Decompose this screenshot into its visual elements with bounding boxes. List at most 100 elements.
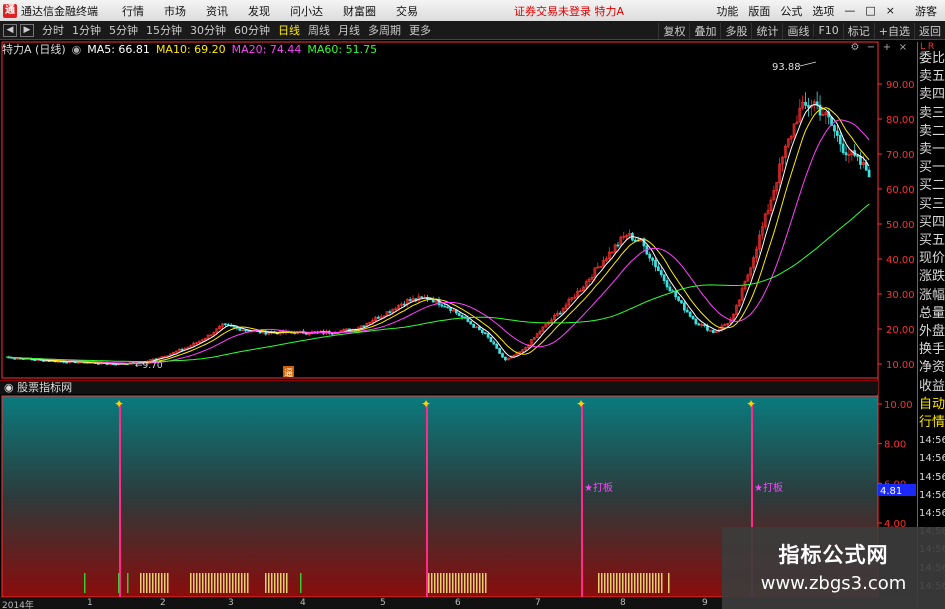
time-tick: 5	[380, 598, 386, 608]
quote-item: 外盘	[919, 324, 945, 339]
candle-body	[844, 152, 848, 156]
candle-body	[362, 325, 366, 328]
signal-bar	[467, 573, 469, 593]
candle-body	[402, 303, 406, 306]
candle-body	[388, 311, 392, 313]
signal-bar	[283, 573, 285, 593]
candle-body	[443, 305, 447, 308]
return-button[interactable]: 返回	[914, 22, 945, 39]
sub-axis-label: 8.00	[884, 440, 906, 451]
quote-item: 买五	[919, 233, 945, 248]
signal-bar	[158, 573, 160, 593]
signal-bar	[668, 573, 670, 593]
signal-bar	[640, 573, 642, 593]
signal-bar	[226, 573, 228, 593]
candle-body	[457, 312, 461, 316]
candle-body	[480, 329, 484, 333]
settings-icon[interactable]: ⚙	[848, 42, 862, 54]
signal-label: ★打板	[584, 481, 613, 494]
chart-header-icons: ⚙ − + ×	[846, 42, 910, 54]
price-label: 50.00	[886, 220, 915, 231]
signal-bar	[613, 573, 615, 593]
signal-bar	[143, 573, 145, 593]
kline-chart[interactable]: 90.00 80.00 70.00 60.00 50.00 40.00 30.00 20.00…	[0, 0, 917, 609]
ma20-label: MA20: 74.44	[231, 42, 302, 56]
candle-body	[867, 169, 871, 178]
sub-indicator-icon[interactable]: ◉	[4, 381, 17, 394]
signal-bar	[247, 573, 249, 593]
signal-bar	[485, 573, 487, 593]
quote-item: 14:56	[919, 453, 945, 465]
quote-item: 现价	[919, 251, 945, 267]
time-tick: 7	[535, 598, 541, 608]
signal-bar	[634, 573, 636, 593]
eye-icon[interactable]: ◉	[72, 43, 82, 56]
signal-bar	[217, 573, 219, 593]
sub-axis-label: 10.00	[884, 400, 913, 411]
quote-item: 买二	[919, 178, 945, 194]
candle-body	[498, 348, 501, 354]
quote-item: 14:56	[919, 471, 945, 483]
candle-body	[657, 266, 660, 271]
time-tick: 3	[228, 598, 234, 608]
signal-bar	[84, 573, 86, 593]
signal-bar	[202, 573, 204, 593]
candle-body	[685, 309, 689, 313]
candle-body	[446, 306, 450, 309]
kline-header: 特力A (日线) ◉ MA5: 66.81 MA10: 69.20 MA20: …	[2, 42, 383, 57]
butterfly-icon: ✦	[746, 397, 756, 411]
candle-body	[662, 274, 666, 281]
candle-body	[674, 290, 678, 298]
signal-bar	[271, 573, 273, 593]
sub-indicator-header: ◉ 股票指标网	[0, 380, 878, 394]
candle-body	[224, 323, 227, 326]
candle-body	[856, 155, 859, 157]
plus-icon[interactable]: +	[880, 42, 894, 54]
candle-body	[711, 329, 715, 334]
quote-item: 14:56	[919, 489, 945, 501]
candle-body	[492, 341, 496, 345]
signal-bar	[274, 573, 276, 593]
ma60-label: MA60: 51.75	[307, 42, 378, 56]
ma5-label: MA5: 66.81	[87, 42, 150, 56]
candle-body	[833, 125, 836, 132]
signal-bar	[199, 573, 201, 593]
candle-body	[680, 300, 683, 304]
signal-bar	[476, 573, 478, 593]
candle-body	[495, 343, 499, 349]
candle-body	[377, 316, 380, 319]
time-tick: 2	[160, 598, 166, 608]
time-tick: 2014年	[2, 601, 34, 609]
candle-body	[683, 302, 686, 311]
quote-item: 买四	[919, 214, 945, 230]
candle-body	[501, 353, 504, 358]
candle-body	[33, 359, 37, 362]
price-label: 90.00	[886, 80, 915, 91]
candle-body	[483, 332, 487, 334]
candle-body	[431, 298, 435, 303]
signal-bar	[473, 573, 475, 593]
signal-bar	[193, 573, 195, 593]
quote-item: 14:56	[919, 508, 945, 519]
signal-bar	[152, 573, 154, 593]
signal-bar	[437, 573, 439, 593]
signal-bar	[235, 573, 237, 593]
signal-bar	[241, 573, 243, 593]
candle-body	[408, 299, 412, 301]
minus-icon[interactable]: −	[864, 42, 878, 54]
signal-bar	[464, 573, 466, 593]
signal-bar	[214, 573, 216, 593]
candle-body	[238, 327, 242, 331]
ma10-label: MA10: 69.20	[155, 42, 226, 56]
signal-bar	[601, 573, 603, 593]
signal-bar	[622, 573, 624, 593]
candle-body	[449, 307, 452, 311]
quote-item: 卖三	[919, 105, 945, 121]
quote-item: 总量	[919, 305, 945, 321]
candle-body	[694, 318, 698, 325]
time-tick: 6	[455, 598, 461, 608]
signal-bar	[300, 573, 302, 593]
signal-bar	[616, 573, 618, 593]
close-chart-icon[interactable]: ×	[896, 42, 910, 54]
high-price-label: 93.88	[772, 62, 801, 73]
